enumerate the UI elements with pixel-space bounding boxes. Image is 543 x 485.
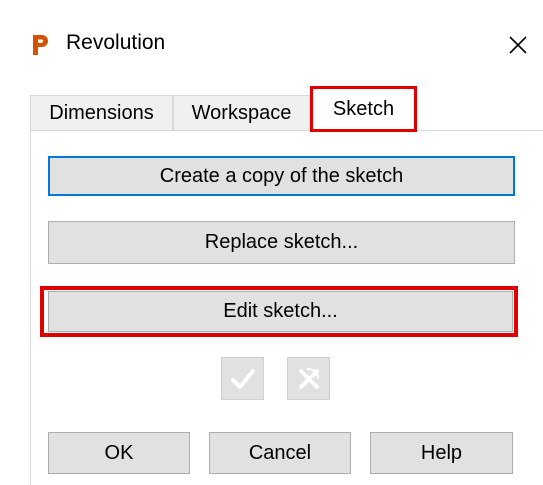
app-icon [33,35,48,55]
tab-sketch-label: Sketch [332,97,395,120]
tab-workspace-label: Workspace [191,101,292,124]
window-title: Revolution [66,31,166,54]
reject-button[interactable] [287,357,330,400]
tab-workspace[interactable]: Workspace [173,95,310,130]
edit-sketch-button[interactable]: Edit sketch... [48,291,513,332]
create-copy-button[interactable]: Create a copy of the sketch [48,156,515,196]
ok-button[interactable]: OK [48,432,190,474]
tab-sketch[interactable]: Sketch [310,86,417,132]
title-bar: Revolution [0,0,543,86]
replace-sketch-button[interactable]: Replace sketch... [48,221,515,264]
check-icon [230,368,255,389]
help-button[interactable]: Help [370,432,513,474]
tab-dimensions[interactable]: Dimensions [30,95,173,130]
cross-icon [298,367,319,389]
cancel-button[interactable]: Cancel [209,432,351,474]
tab-dimensions-label: Dimensions [49,101,154,124]
accept-button[interactable] [221,357,264,400]
close-icon[interactable] [500,27,536,63]
revolution-dialog: Revolution Dimensions Workspace Sketch C… [0,0,543,485]
